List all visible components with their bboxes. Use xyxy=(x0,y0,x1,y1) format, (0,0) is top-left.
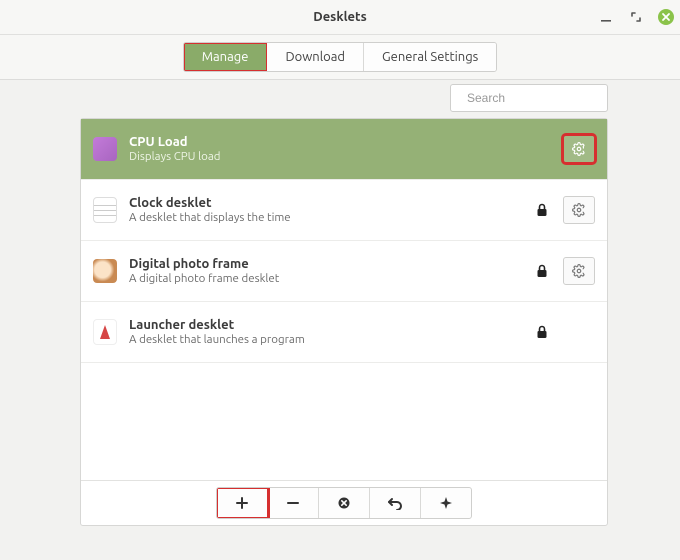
settings-slot xyxy=(563,196,595,224)
desklet-icon xyxy=(93,137,117,161)
desklet-description: A desklet that launches a program xyxy=(129,333,521,347)
search-row xyxy=(0,78,680,118)
desklet-icon xyxy=(93,259,117,283)
desklet-title: CPU Load xyxy=(129,134,521,150)
settings-slot xyxy=(563,135,595,163)
minimize-button[interactable] xyxy=(598,9,614,25)
remove-button[interactable] xyxy=(268,488,319,518)
lock-icon xyxy=(533,325,551,339)
desklet-title: Digital photo frame xyxy=(129,256,521,272)
desklet-text: Digital photo frame A digital photo fram… xyxy=(129,256,521,287)
search-input[interactable] xyxy=(465,90,624,106)
content-area: CPU Load Displays CPU load Clock desklet… xyxy=(0,78,680,560)
action-button-strip xyxy=(216,487,472,519)
window-title: Desklets xyxy=(313,10,367,24)
list-item[interactable]: CPU Load Displays CPU load xyxy=(81,119,607,180)
desklet-icon xyxy=(93,198,117,222)
minus-icon xyxy=(286,496,300,510)
tab-group: Manage Download General Settings xyxy=(183,42,498,72)
delete-button[interactable] xyxy=(319,488,370,518)
close-button[interactable] xyxy=(658,9,674,25)
settings-button[interactable] xyxy=(563,257,595,285)
desklet-description: A digital photo frame desklet xyxy=(129,272,521,286)
desklet-text: CPU Load Displays CPU load xyxy=(129,134,521,165)
gear-icon xyxy=(572,142,586,156)
settings-button[interactable] xyxy=(563,196,595,224)
cancel-icon xyxy=(337,496,351,510)
tab-general-settings[interactable]: General Settings xyxy=(364,43,496,71)
tab-toolbar: Manage Download General Settings xyxy=(0,35,680,80)
action-toolbar xyxy=(81,480,607,525)
settings-slot xyxy=(563,257,595,285)
more-button[interactable] xyxy=(421,488,471,518)
gear-icon xyxy=(572,264,586,278)
list-item[interactable]: Launcher desklet A desklet that launches… xyxy=(81,302,607,363)
tab-download[interactable]: Download xyxy=(267,43,364,71)
sparkle-icon xyxy=(439,496,453,510)
add-button[interactable] xyxy=(217,488,268,518)
lock-icon xyxy=(533,264,551,278)
desklet-icon xyxy=(93,320,117,344)
desklet-title: Clock desklet xyxy=(129,195,521,211)
list-item[interactable]: Clock desklet A desklet that displays th… xyxy=(81,180,607,241)
desklet-description: A desklet that displays the time xyxy=(129,211,521,225)
search-box[interactable] xyxy=(450,84,608,112)
desklet-description: Displays CPU load xyxy=(129,150,521,164)
titlebar: Desklets xyxy=(0,0,680,35)
tab-manage[interactable]: Manage xyxy=(184,43,268,71)
desklet-text: Clock desklet A desklet that displays th… xyxy=(129,195,521,226)
undo-icon xyxy=(387,496,403,510)
window-controls xyxy=(598,0,674,34)
plus-icon xyxy=(235,496,249,510)
list-item[interactable]: Digital photo frame A digital photo fram… xyxy=(81,241,607,302)
desklet-text: Launcher desklet A desklet that launches… xyxy=(129,317,521,348)
desklet-list: CPU Load Displays CPU load Clock desklet… xyxy=(81,119,607,480)
desklet-panel: CPU Load Displays CPU load Clock desklet… xyxy=(80,118,608,526)
gear-icon xyxy=(572,203,586,217)
lock-icon xyxy=(533,203,551,217)
maximize-button[interactable] xyxy=(628,9,644,25)
settings-button[interactable] xyxy=(563,135,595,163)
undo-button[interactable] xyxy=(370,488,421,518)
desklet-title: Launcher desklet xyxy=(129,317,521,333)
